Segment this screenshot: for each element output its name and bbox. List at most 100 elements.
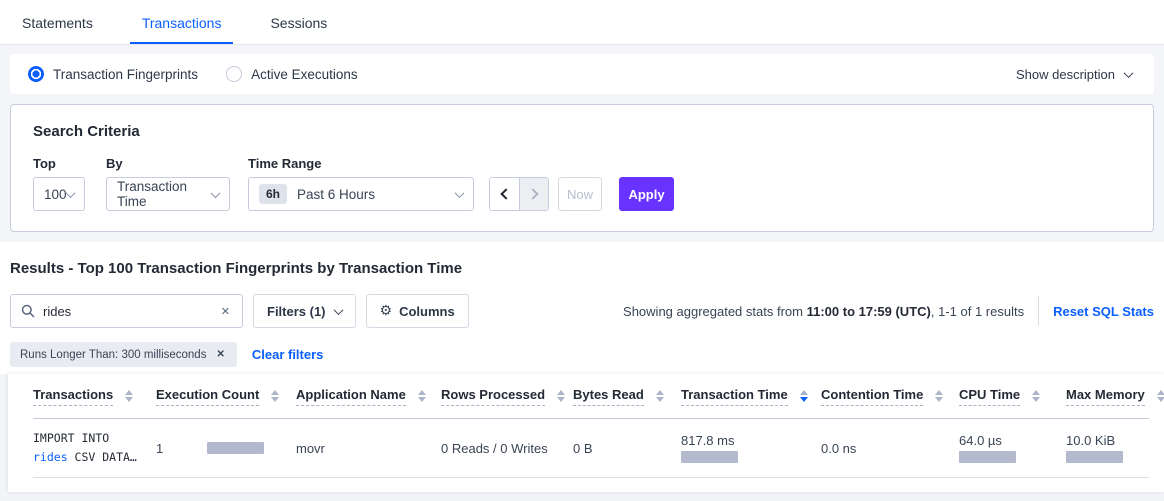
upper-zone: Transaction Fingerprints Active Executio… — [0, 45, 1164, 242]
sort-icon[interactable] — [1032, 390, 1040, 402]
top-select-value: 100 — [44, 187, 67, 202]
time-range-value: Past 6 Hours — [297, 187, 375, 202]
column-label[interactable]: Application Name — [296, 387, 406, 406]
column-label[interactable]: Contention Time — [821, 387, 923, 406]
by-group: By Transaction Time — [106, 156, 230, 211]
filter-pill-label: Runs Longer Than: 300 milliseconds — [20, 349, 206, 361]
search-criteria-controls: Top 100 By Transaction Time Time Range 6… — [33, 156, 1128, 211]
sort-icon[interactable] — [935, 390, 943, 402]
cell-cpu-time: 64.0 µs — [959, 433, 1066, 463]
filter-pill[interactable]: Runs Longer Than: 300 milliseconds ✕ — [10, 342, 237, 367]
time-range-badge: 6h — [259, 184, 287, 204]
filters-button[interactable]: Filters (1) — [253, 294, 356, 328]
chevron-down-icon — [1124, 68, 1134, 78]
transaction-fingerprint-link[interactable]: rides — [33, 450, 68, 464]
time-next-button[interactable] — [519, 178, 548, 210]
transaction-time-bar — [681, 451, 738, 463]
table-header-row: Transactions Execution Count Application… — [33, 374, 1149, 419]
toolbar-right: Showing aggregated stats from 11:00 to 1… — [623, 296, 1154, 326]
column-header-rows-processed: Rows Processed — [441, 387, 573, 406]
transactions-table: Transactions Execution Count Application… — [8, 374, 1164, 492]
time-prev-button[interactable] — [490, 178, 519, 210]
max-memory-bar — [1066, 451, 1123, 463]
columns-button-label: Columns — [399, 304, 455, 319]
cell-rows-processed: 0 Reads / 0 Writes — [441, 441, 573, 456]
active-filters-row: Runs Longer Than: 300 milliseconds ✕ Cle… — [10, 342, 1154, 367]
page-tabs: Statements Transactions Sessions — [0, 0, 1164, 45]
sort-icon[interactable] — [271, 390, 279, 402]
cell-max-memory: 10.0 KiB — [1066, 433, 1149, 463]
query-line-2: rides CSV DATA… — [33, 448, 156, 467]
column-label[interactable]: Max Memory — [1066, 387, 1145, 406]
clear-filters-link[interactable]: Clear filters — [252, 347, 324, 362]
chevron-left-icon — [500, 188, 511, 199]
sort-icon[interactable] — [656, 390, 664, 402]
filters-button-label: Filters (1) — [267, 304, 326, 319]
search-criteria-card: Search Criteria Top 100 By Transaction T… — [10, 104, 1154, 232]
cell-bytes-read: 0 B — [573, 441, 681, 456]
sort-icon[interactable] — [557, 390, 565, 402]
reset-sql-stats-link[interactable]: Reset SQL Stats — [1053, 304, 1154, 319]
table-zone: Transactions Execution Count Application… — [0, 374, 1164, 501]
cpu-time-bar — [959, 451, 1016, 463]
time-range-label: Time Range — [248, 156, 474, 171]
results-heading: Results - Top 100 Transaction Fingerprin… — [10, 260, 1164, 277]
column-header-cpu-time: CPU Time — [959, 387, 1066, 406]
search-box[interactable]: ✕ — [10, 294, 243, 328]
cell-transaction-query: IMPORT INTO rides CSV DATA… — [33, 429, 156, 467]
sort-desc-icon[interactable] — [800, 390, 808, 402]
cell-contention-time: 0.0 ns — [821, 441, 959, 456]
chevron-right-icon — [527, 188, 538, 199]
time-range-select[interactable]: 6h Past 6 Hours — [248, 177, 474, 211]
by-label: By — [106, 156, 230, 171]
column-header-bytes-read: Bytes Read — [573, 387, 681, 406]
column-label[interactable]: Rows Processed — [441, 387, 545, 406]
column-label[interactable]: Execution Count — [156, 387, 259, 406]
tab-transactions[interactable]: Transactions — [130, 0, 234, 44]
time-range-group: Time Range 6h Past 6 Hours — [248, 156, 474, 211]
apply-button[interactable]: Apply — [619, 177, 674, 211]
table-row: IMPORT INTO rides CSV DATA… 1 movr 0 Rea… — [33, 419, 1149, 478]
radio-unselected-icon — [226, 66, 242, 82]
tab-sessions[interactable]: Sessions — [258, 0, 339, 44]
search-input[interactable] — [43, 304, 219, 319]
show-description-toggle[interactable]: Show description — [1016, 67, 1132, 82]
sort-icon[interactable] — [1157, 390, 1164, 402]
chevron-down-icon — [66, 188, 76, 198]
column-label[interactable]: Transactions — [33, 387, 113, 406]
search-criteria-title: Search Criteria — [33, 123, 1128, 140]
columns-button[interactable]: ⚙ Columns — [366, 294, 469, 328]
cell-execution-count: 1 — [156, 441, 296, 456]
view-toggle-bar: Transaction Fingerprints Active Executio… — [10, 54, 1154, 94]
column-header-contention-time: Contention Time — [821, 387, 959, 406]
column-header-transactions: Transactions — [33, 387, 156, 406]
radio-label: Active Executions — [251, 67, 358, 82]
column-header-max-memory: Max Memory — [1066, 387, 1164, 406]
sort-icon[interactable] — [125, 390, 133, 402]
column-header-transaction-time: Transaction Time — [681, 387, 821, 406]
radio-label: Transaction Fingerprints — [53, 67, 198, 82]
now-button[interactable]: Now — [558, 177, 602, 211]
column-label[interactable]: Transaction Time — [681, 387, 788, 406]
cell-transaction-time: 817.8 ms — [681, 433, 821, 463]
by-select[interactable]: Transaction Time — [106, 177, 230, 211]
results-toolbar: ✕ Filters (1) ⚙ Columns Showing aggregat… — [10, 294, 1154, 328]
column-label[interactable]: CPU Time — [959, 387, 1020, 406]
remove-filter-icon[interactable]: ✕ — [214, 347, 226, 362]
radio-transaction-fingerprints[interactable]: Transaction Fingerprints — [28, 66, 198, 82]
query-line-1: IMPORT INTO — [33, 429, 156, 448]
search-icon — [21, 304, 35, 318]
gear-icon: ⚙ — [380, 303, 393, 319]
column-header-application-name: Application Name — [296, 387, 441, 406]
top-select[interactable]: 100 — [33, 177, 85, 211]
cell-application-name: movr — [296, 441, 441, 456]
chevron-down-icon — [455, 188, 465, 198]
stats-time-range: 11:00 to 17:59 (UTC) — [807, 304, 931, 319]
column-label[interactable]: Bytes Read — [573, 387, 644, 406]
time-nav-group — [489, 177, 549, 211]
radio-active-executions[interactable]: Active Executions — [226, 66, 358, 82]
sort-icon[interactable] — [418, 390, 426, 402]
show-description-label: Show description — [1016, 67, 1115, 82]
tab-statements[interactable]: Statements — [10, 0, 105, 44]
clear-search-icon[interactable]: ✕ — [219, 303, 232, 320]
